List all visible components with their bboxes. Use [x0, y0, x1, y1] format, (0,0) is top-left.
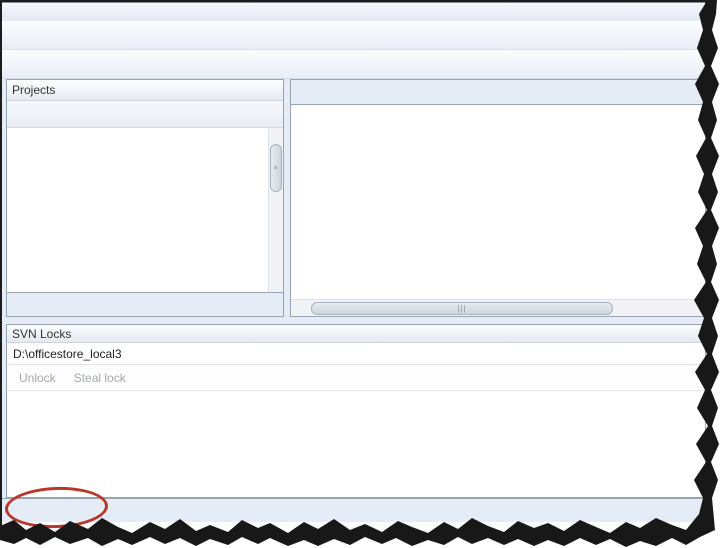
screenshot-stage: Projects ≡ ||| SVN Locks D:\officestore_… [0, 0, 722, 548]
ide-window: Projects ≡ ||| SVN Locks D:\officestore_… [2, 2, 706, 522]
editor-tabstrip [291, 80, 705, 105]
tree-vertical-scrollbar[interactable]: ≡ [268, 128, 283, 292]
bottom-tabstrip [2, 498, 706, 522]
tree-scrollbar-thumb[interactable]: ≡ [270, 144, 282, 192]
menu-bar [2, 2, 706, 21]
scroll-up-button[interactable] [269, 128, 283, 142]
projects-toolbar [7, 101, 283, 128]
svn-locks-panel: SVN Locks D:\officestore_local3 Unlock S… [6, 324, 706, 498]
code-area[interactable] [291, 105, 705, 299]
left-panel-tabstrip [7, 292, 283, 316]
horizontal-splitter[interactable] [2, 317, 706, 324]
editor-horizontal-scrollbar[interactable]: ||| [291, 299, 705, 316]
main-split: Projects ≡ ||| [2, 79, 706, 317]
editor-pane: ||| [290, 79, 706, 317]
svn-locks-title-text: SVN Locks [12, 326, 72, 341]
unlock-label: Unlock [19, 370, 56, 385]
editor-scrollbar-thumb[interactable]: ||| [311, 301, 613, 315]
steal-lock-label: Steal lock [73, 370, 126, 385]
steal-lock-button[interactable]: Steal lock [70, 371, 126, 385]
scroll-down-button[interactable] [269, 278, 283, 292]
main-toolbar [2, 21, 706, 50]
project-tree [7, 128, 268, 292]
projects-panel: Projects ≡ [6, 79, 284, 317]
secondary-toolbar [2, 50, 706, 79]
unlock-button[interactable]: Unlock [15, 371, 56, 385]
svn-locks-toolbar: Unlock Steal lock [7, 365, 705, 391]
svn-path-text: D:\officestore_local3 [13, 346, 122, 361]
projects-panel-titlebar: Projects [7, 80, 283, 101]
svn-working-copy-path: D:\officestore_local3 [7, 343, 705, 365]
projects-panel-title: Projects [12, 83, 56, 97]
svn-locks-title: SVN Locks [7, 325, 705, 343]
scroll-left-button[interactable] [291, 301, 305, 315]
